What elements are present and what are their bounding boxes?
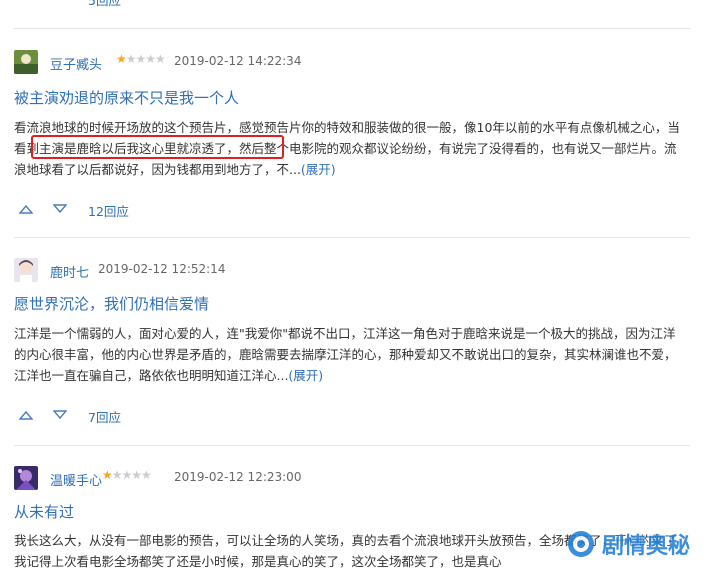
triangle-down-icon <box>53 204 67 214</box>
avatar[interactable] <box>14 466 38 490</box>
prev-review-vote-bar: 5回应 <box>0 0 700 10</box>
expand-link[interactable]: (展开) <box>301 162 336 177</box>
upvote-button[interactable] <box>16 0 40 4</box>
review-title-link[interactable]: 从未有过 <box>14 501 74 522</box>
review-date: 2019-02-12 14:22:34 <box>174 54 302 68</box>
downvote-button[interactable] <box>48 406 72 424</box>
reply-count-link[interactable]: 7回应 <box>88 407 121 426</box>
divider <box>14 237 690 238</box>
upvote-button[interactable] <box>14 200 38 218</box>
triangle-up-icon <box>19 204 33 214</box>
review-header: 温暖手心 ★★★★★ 2019-02-12 12:23:00 <box>14 466 690 490</box>
vote-bar: 7回应 <box>14 406 214 426</box>
comment-list: 5回应 豆子臧头 ★★★★★ 2019-02-12 14:22:34 被主演劝退… <box>0 0 714 575</box>
downvote-button[interactable] <box>48 200 72 218</box>
star-rating: ★★★★★ <box>116 52 166 66</box>
review-title-link[interactable]: 愿世界沉沦，我们仍相信爱情 <box>14 293 209 314</box>
watermark-text: 剧情奥秘 <box>601 534 690 559</box>
divider <box>14 445 690 446</box>
star-rating: ★★★★★ <box>102 468 152 482</box>
review-date: 2019-02-12 12:52:14 <box>98 262 226 276</box>
watermark-icon <box>567 531 594 557</box>
highlight-box <box>31 135 284 159</box>
review-item: 鹿时七 2019-02-12 12:52:14 愿世界沉沦，我们仍相信爱情 江洋… <box>14 258 690 428</box>
vote-bar: 12回应 <box>14 200 214 220</box>
watermark-logo: 剧情奥秘 <box>566 528 690 560</box>
review-text-content: 江洋是一个懦弱的人，面对心爱的人，连"我爱你"都说不出口，江洋这一角色对于鹿晗来… <box>14 326 677 383</box>
username-link[interactable]: 鹿时七 <box>50 262 89 281</box>
avatar[interactable] <box>14 50 38 74</box>
review-header: 豆子臧头 ★★★★★ 2019-02-12 14:22:34 <box>14 50 690 74</box>
upvote-button[interactable] <box>14 406 38 424</box>
downvote-button[interactable] <box>48 0 72 4</box>
username-link[interactable]: 温暖手心 <box>50 470 102 489</box>
review-header: 鹿时七 2019-02-12 12:52:14 <box>14 258 690 282</box>
reply-count-link[interactable]: 12回应 <box>88 201 129 220</box>
review-text: 江洋是一个懦弱的人，面对心爱的人，连"我爱你"都说不出口，江洋这一角色对于鹿晗来… <box>14 323 684 386</box>
review-title-link[interactable]: 被主演劝退的原来不只是我一个人 <box>14 87 239 108</box>
divider <box>14 28 690 29</box>
username-link[interactable]: 豆子臧头 <box>50 54 102 73</box>
avatar[interactable] <box>14 258 38 282</box>
review-date: 2019-02-12 12:23:00 <box>174 470 302 484</box>
reply-count-link[interactable]: 5回应 <box>88 0 121 9</box>
expand-link[interactable]: (展开) <box>288 368 323 383</box>
triangle-down-icon <box>53 410 67 420</box>
triangle-up-icon <box>19 410 33 420</box>
